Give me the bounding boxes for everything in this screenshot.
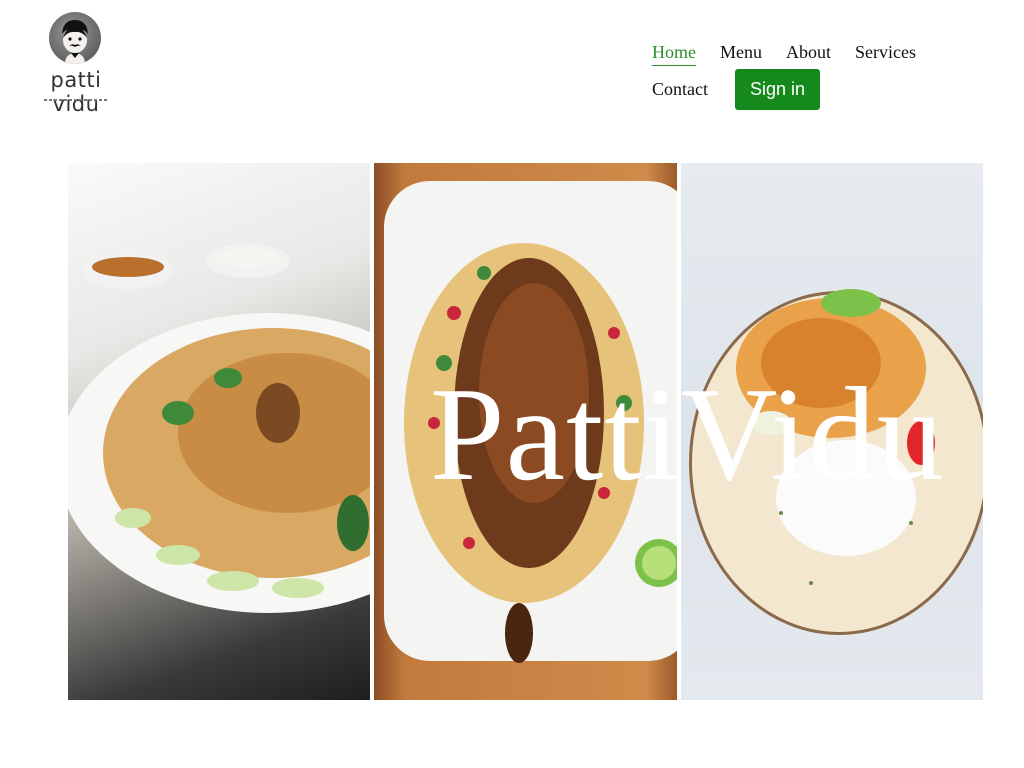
nav-item-services[interactable]: Services [855,42,916,63]
hero-title: PattiVidu [430,360,945,508]
nav-item-contact[interactable]: Contact [652,79,708,100]
nav-item-menu[interactable]: Menu [720,42,762,63]
chef-avatar-icon [49,12,101,64]
biryani-dish-image [68,163,370,700]
brand-logo[interactable]: patti vidu [28,10,124,116]
brand-tagline-decoration [44,99,108,101]
sign-in-button[interactable]: Sign in [735,69,820,110]
hero-banner: PattiVidu [68,163,983,700]
nav-item-home[interactable]: Home [652,42,696,66]
nav-item-about[interactable]: About [786,42,831,63]
brand-name: patti vidu [50,68,102,116]
